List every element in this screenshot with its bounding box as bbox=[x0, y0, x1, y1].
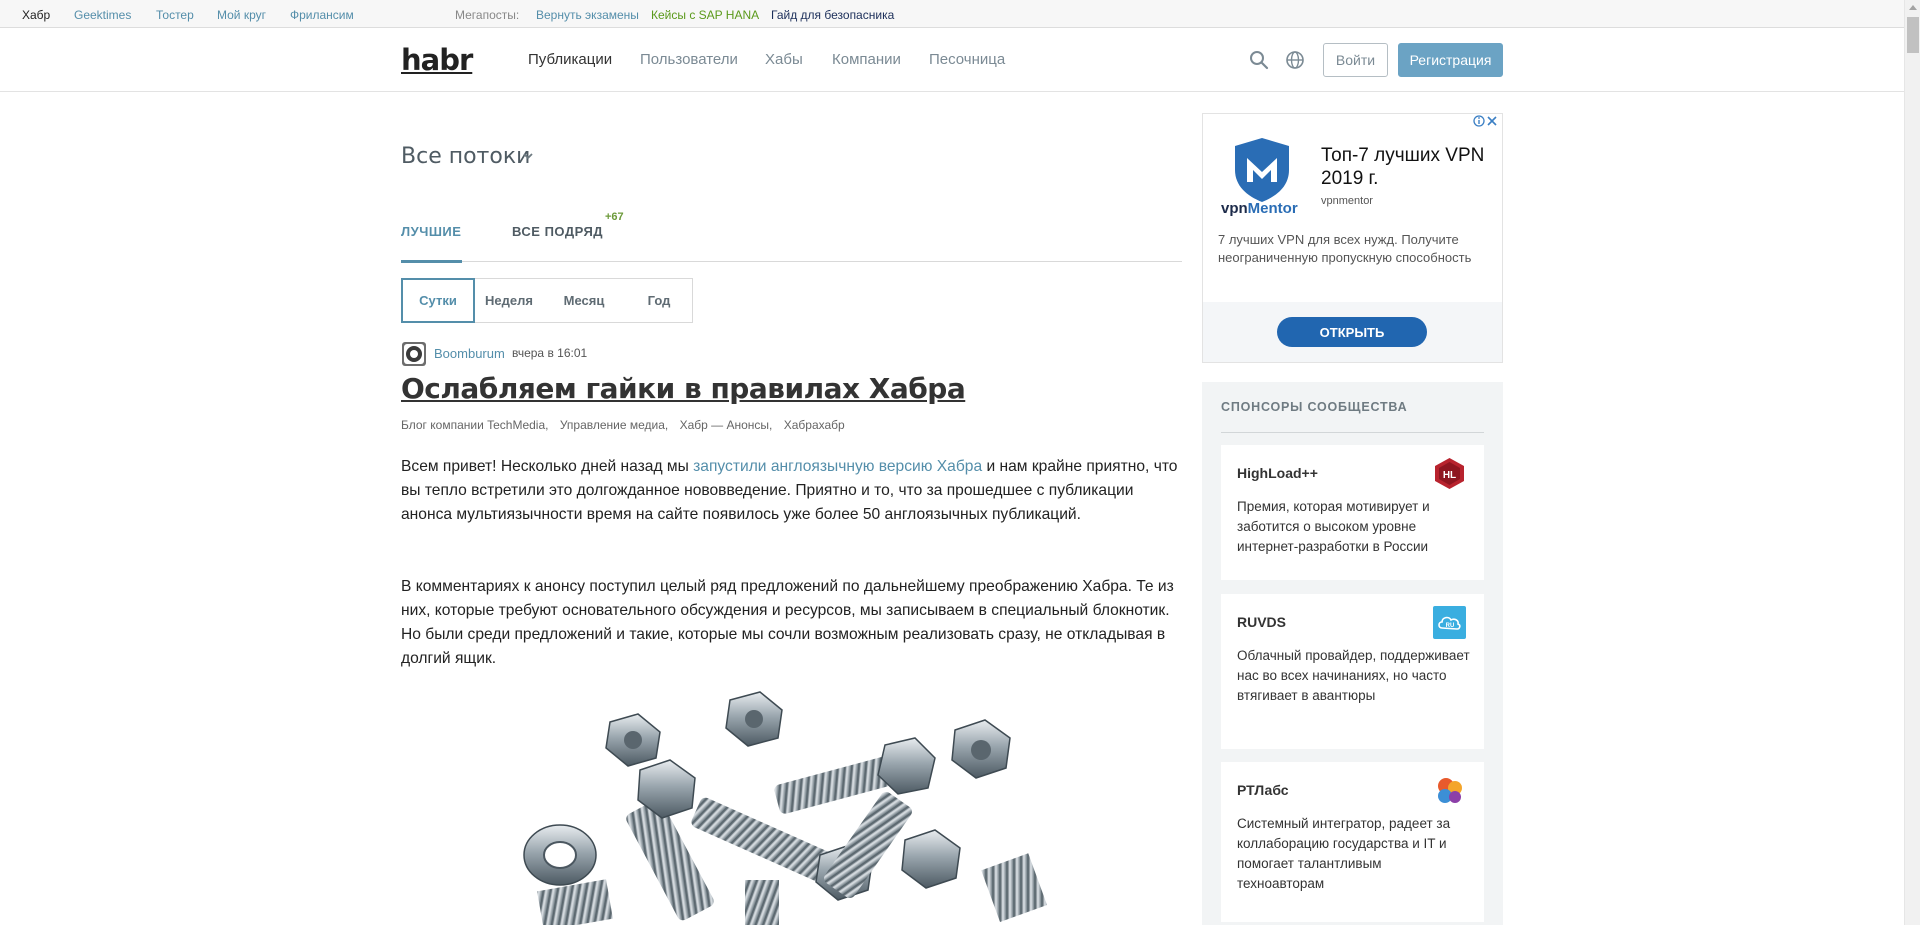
tab-all[interactable]: ВСЕ ПОДРЯД bbox=[512, 224, 603, 239]
ad-description: 7 лучших VPN для всех нужд. Получите нео… bbox=[1218, 232, 1472, 265]
hub-link[interactable]: Хабрахабр bbox=[784, 418, 845, 432]
post-title[interactable]: Ослабляем гайки в правилах Хабра bbox=[401, 372, 966, 405]
megapost-link-1[interactable]: Вернуть экзамены bbox=[536, 8, 639, 22]
ad-source: vpnmentor bbox=[1321, 195, 1373, 207]
rtlabs-logo bbox=[1438, 778, 1462, 803]
site-header: habr Публикации Пользователи Хабы Компан… bbox=[0, 29, 1904, 92]
bolts-illustration bbox=[523, 691, 1048, 925]
ad-headline[interactable]: Топ-7 лучших VPN 2019 г. bbox=[1321, 144, 1491, 190]
ruvds-logo: RU bbox=[1433, 606, 1466, 639]
nav-publications[interactable]: Публикации bbox=[528, 51, 612, 68]
mega-site-geektimes[interactable]: Geektimes bbox=[74, 8, 131, 22]
habr-logo[interactable]: habr bbox=[401, 43, 473, 77]
nav-sandbox[interactable]: Песочница bbox=[929, 51, 1005, 68]
scrollbar[interactable] bbox=[1904, 0, 1920, 925]
sponsor-card-rtlabs[interactable]: РТЛабс Системный интегратор, радеет за к… bbox=[1221, 762, 1484, 922]
period-year[interactable]: Год bbox=[626, 279, 692, 322]
period-day[interactable]: Сутки bbox=[401, 278, 475, 323]
avatar[interactable] bbox=[402, 342, 426, 366]
sponsor-card-ruvds[interactable]: RUVDS RU Облачный провайдер, поддерживае… bbox=[1221, 594, 1484, 749]
mega-site-freelansim[interactable]: Фрилансим bbox=[290, 8, 354, 22]
nav-companies[interactable]: Компании bbox=[832, 51, 901, 68]
globe-icon[interactable] bbox=[1284, 49, 1306, 71]
vpnmentor-logo bbox=[1235, 138, 1289, 202]
mega-bar: Хабр Geektimes Тостер Мой круг Фрилансим… bbox=[0, 0, 1904, 28]
post-text: Всем привет! Несколько дней назад мы bbox=[401, 458, 694, 475]
sponsors-title: СПОНСОРЫ СООБЩЕСТВА bbox=[1221, 400, 1408, 414]
mega-site-habr[interactable]: Хабр bbox=[22, 8, 50, 22]
post-author[interactable]: Boomburum bbox=[434, 346, 505, 361]
sponsor-name: HighLoad++ bbox=[1237, 465, 1318, 481]
ad-open-button[interactable]: ОТКРЫТЬ bbox=[1277, 317, 1427, 347]
mega-site-toster[interactable]: Тостер bbox=[156, 8, 194, 22]
tab-best[interactable]: ЛУЧШИЕ bbox=[401, 224, 461, 239]
period-month[interactable]: Месяц bbox=[542, 279, 626, 322]
post-hubs: Блог компании TechMedia, Управление меди… bbox=[401, 418, 853, 432]
scrollbar-thumb[interactable] bbox=[1907, 17, 1919, 53]
active-tab-indicator bbox=[401, 260, 462, 263]
megaposts-label: Мегапосты: bbox=[455, 8, 520, 22]
hub-link[interactable]: Хабр — Анонсы, bbox=[680, 418, 773, 432]
feed-title[interactable]: Все потоки bbox=[401, 144, 530, 169]
ad-choices-icon[interactable] bbox=[1473, 114, 1499, 128]
sponsor-card-highload[interactable]: HighLoad++ HL Премия, которая мотивирует… bbox=[1221, 445, 1484, 580]
ad-brand-a: vpn bbox=[1221, 200, 1248, 217]
sponsor-description: Облачный провайдер, поддерживает нас во … bbox=[1237, 648, 1470, 703]
advertisement[interactable]: vpnMentor Топ-7 лучших VPN 2019 г. vpnme… bbox=[1202, 113, 1503, 363]
login-button[interactable]: Войти bbox=[1323, 43, 1388, 77]
ad-brand: vpnMentor bbox=[1221, 200, 1298, 217]
register-button[interactable]: Регистрация bbox=[1398, 43, 1503, 77]
scroll-up-arrow[interactable] bbox=[1909, 5, 1917, 10]
highload-logo-text: HL bbox=[1443, 470, 1456, 481]
nav-users[interactable]: Пользователи bbox=[640, 51, 738, 68]
post-paragraph-2: В комментариях к анонсу поступил целый р… bbox=[401, 578, 1174, 667]
mega-site-moikrug[interactable]: Мой круг bbox=[217, 8, 266, 22]
community-sponsors: СПОНСОРЫ СООБЩЕСТВА HighLoad++ HL Премия… bbox=[1202, 382, 1503, 925]
english-version-link[interactable]: запустили англоязычную версию Хабра bbox=[693, 458, 982, 475]
ruvds-logo-text: RU bbox=[1446, 623, 1455, 629]
sponsor-name: РТЛабс bbox=[1237, 782, 1289, 798]
nav-hubs[interactable]: Хабы bbox=[765, 51, 803, 68]
sponsor-description: Премия, которая мотивирует и заботится о… bbox=[1237, 499, 1430, 554]
sponsors-divider bbox=[1221, 432, 1484, 433]
period-selector: Сутки Неделя Месяц Год bbox=[401, 278, 693, 323]
hub-link[interactable]: Блог компании TechMedia, bbox=[401, 418, 548, 432]
megapost-link-2[interactable]: Кейсы с SAP HANA bbox=[651, 8, 759, 22]
post-paragraph-1: Всем привет! Несколько дней назад мы зап… bbox=[401, 455, 1181, 527]
period-week[interactable]: Неделя bbox=[476, 279, 542, 322]
hub-link[interactable]: Управление медиа, bbox=[560, 418, 668, 432]
megapost-link-3[interactable]: Гайд для безопасника bbox=[771, 8, 894, 22]
sponsor-description: Системный интегратор, радеет за коллабор… bbox=[1237, 816, 1451, 891]
search-icon[interactable] bbox=[1248, 49, 1270, 71]
chevron-down-icon[interactable] bbox=[522, 150, 534, 162]
new-posts-count: +67 bbox=[605, 211, 624, 223]
highload-logo: HL bbox=[1435, 458, 1464, 489]
sponsor-name: RUVDS bbox=[1237, 614, 1287, 630]
tabs-divider bbox=[401, 261, 1182, 262]
ad-brand-b: Mentor bbox=[1247, 200, 1298, 217]
post-time: вчера в 16:01 bbox=[512, 346, 588, 360]
